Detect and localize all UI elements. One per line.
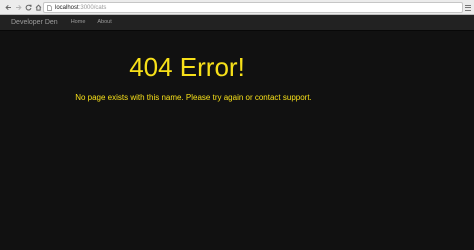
address-url: localhost:3000/cats xyxy=(55,5,106,11)
main-content: 404 Error! No page exists with this name… xyxy=(0,31,474,250)
browser-toolbar: localhost:3000/cats xyxy=(0,0,474,15)
url-host: localhost xyxy=(55,4,79,11)
navbar-brand[interactable]: Developer Den xyxy=(11,19,58,26)
nav-link-about[interactable]: About xyxy=(97,19,111,26)
reload-icon[interactable] xyxy=(23,0,33,14)
hamburger-menu-icon[interactable] xyxy=(463,2,472,13)
url-path: :3000/cats xyxy=(78,4,107,11)
error-heading: 404 Error! xyxy=(129,52,245,82)
error-message: No page exists with this name. Please tr… xyxy=(75,93,312,102)
site-navbar: Developer Den Home About xyxy=(0,15,474,31)
page-icon xyxy=(46,4,53,12)
nav-link-home[interactable]: Home xyxy=(71,19,86,26)
forward-arrow-icon[interactable] xyxy=(13,0,23,14)
back-arrow-icon[interactable] xyxy=(3,0,13,14)
home-icon[interactable] xyxy=(33,0,43,14)
address-bar[interactable]: localhost:3000/cats xyxy=(43,2,463,13)
